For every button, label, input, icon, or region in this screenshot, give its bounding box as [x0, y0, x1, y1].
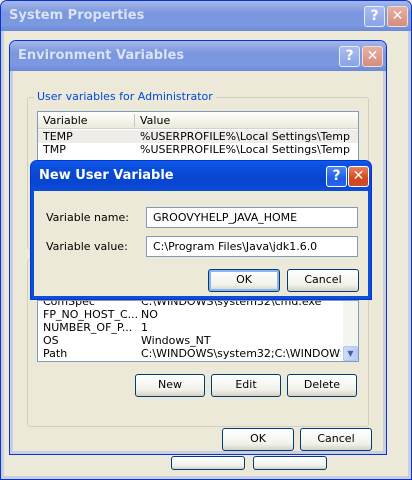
- help-icon[interactable]: ?: [364, 6, 385, 27]
- variable-cell: Path: [43, 347, 68, 360]
- list-item[interactable]: TMP %USERPROFILE%\Local Settings\Temp: [38, 143, 358, 156]
- environment-variables-titlebar[interactable]: Environment Variables ? ✕: [10, 41, 386, 71]
- variable-cell: FP_NO_HOST_C...: [43, 308, 139, 321]
- value-cell: %USERPROFILE%\Local Settings\Temp: [140, 143, 350, 156]
- cancel-button[interactable]: Cancel: [287, 269, 359, 292]
- user-variables-group-label: User variables for Administrator: [34, 90, 216, 103]
- new-user-variable-title: New User Variable: [39, 168, 174, 183]
- user-variables-header: Variable Value: [38, 112, 358, 129]
- help-icon[interactable]: ?: [339, 46, 360, 67]
- new-button[interactable]: New: [135, 374, 205, 397]
- list-item[interactable]: NUMBER_OF_P... 1: [38, 321, 358, 334]
- variable-cell: TEMP: [43, 130, 73, 143]
- new-user-variable-body: Variable name: GROOVYHELP_JAVA_HOME Vari…: [34, 191, 368, 296]
- edit-button[interactable]: Edit: [211, 374, 281, 397]
- system-properties-titlebar[interactable]: System Properties ? ✕: [1, 1, 411, 31]
- value-cell: %USERPROFILE%\Local Settings\Temp: [140, 130, 350, 143]
- column-header-variable[interactable]: Variable: [43, 114, 88, 127]
- new-user-variable-dialog: New User Variable ? ✕ Variable name: GRO…: [30, 160, 372, 300]
- system-properties-title: System Properties: [9, 8, 145, 23]
- ok-button[interactable]: OK: [208, 269, 280, 292]
- list-item[interactable]: OS Windows_NT: [38, 334, 358, 347]
- variable-value-field[interactable]: C:\Program Files\Java\jdk1.6.0: [146, 236, 358, 257]
- system-variables-list[interactable]: ComSpec C:\WINDOWS\system32\cmd.exe FP_N…: [37, 300, 359, 362]
- env-cancel-button[interactable]: Cancel: [300, 428, 372, 451]
- help-icon[interactable]: ?: [326, 166, 347, 187]
- vertical-scrollbar[interactable]: ▼: [343, 301, 358, 361]
- value-cell: 1: [141, 321, 148, 334]
- list-item[interactable]: TEMP %USERPROFILE%\Local Settings\Temp: [38, 130, 358, 143]
- new-user-variable-titlebar[interactable]: New User Variable ? ✕: [31, 161, 371, 191]
- variable-cell: OS: [43, 334, 59, 347]
- env-ok-button[interactable]: OK: [222, 428, 294, 451]
- close-icon[interactable]: ✕: [348, 166, 369, 187]
- scroll-down-arrow-icon[interactable]: ▼: [343, 346, 358, 361]
- variable-cell: NUMBER_OF_P...: [43, 321, 133, 334]
- list-item[interactable]: ComSpec C:\WINDOWS\system32\cmd.exe: [38, 300, 358, 308]
- list-item[interactable]: Path C:\WINDOWS\system32;C:\WINDOWS;...: [38, 347, 358, 360]
- environment-variables-title: Environment Variables: [18, 48, 185, 63]
- variable-cell: ComSpec: [43, 300, 95, 308]
- list-item[interactable]: FP_NO_HOST_C... NO: [38, 308, 358, 321]
- column-separator[interactable]: [134, 114, 135, 127]
- value-cell: C:\WINDOWS\system32\cmd.exe: [141, 300, 322, 308]
- variable-name-field[interactable]: GROOVYHELP_JAVA_HOME: [146, 207, 358, 228]
- system-properties-button-partial-1[interactable]: [171, 456, 245, 470]
- delete-button[interactable]: Delete: [287, 374, 357, 397]
- column-header-value[interactable]: Value: [140, 114, 170, 127]
- variable-cell: TMP: [43, 143, 66, 156]
- close-icon[interactable]: ✕: [387, 6, 408, 27]
- variable-value-label: Variable value:: [46, 240, 128, 253]
- value-cell: C:\WINDOWS\system32;C:\WINDOWS;...: [141, 347, 341, 360]
- value-cell: Windows_NT: [141, 334, 211, 347]
- close-icon[interactable]: ✕: [362, 46, 383, 67]
- value-cell: NO: [141, 308, 158, 321]
- system-properties-button-partial-2[interactable]: [253, 456, 327, 470]
- variable-name-label: Variable name:: [46, 211, 129, 224]
